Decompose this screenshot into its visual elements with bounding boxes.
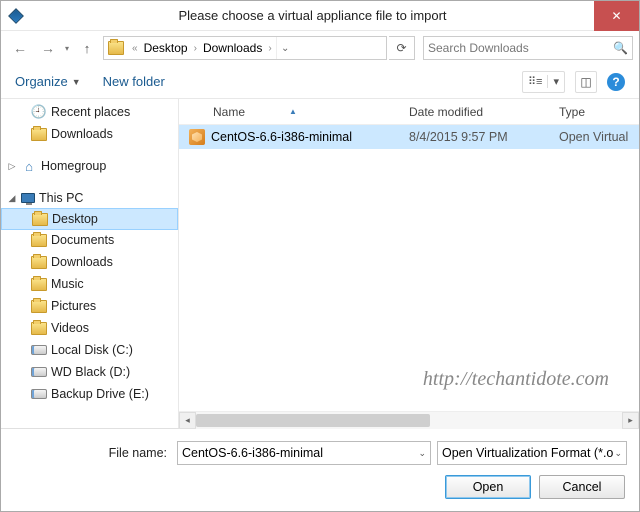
organize-menu[interactable]: Organize ▼ [15,74,81,89]
tree-documents[interactable]: Documents [1,229,178,251]
drive-icon [31,389,47,399]
folder-icon [31,234,47,247]
col-date[interactable]: Date modified [409,105,559,119]
nav-bar: ← → ▾ ↑ « Desktop › Downloads › ⌄ ⟳ Sear… [1,31,639,65]
homegroup-icon: ⌂ [21,158,37,174]
new-folder-button[interactable]: New folder [103,74,165,89]
ova-icon [189,129,205,145]
preview-pane-button[interactable]: ◫ [575,71,597,93]
footer: File name: CentOS-6.6-i386-minimal ⌄ Ope… [1,428,639,511]
folder-icon [108,41,124,55]
up-button[interactable]: ↑ [77,38,97,58]
tree-desktop[interactable]: Desktop [1,208,178,230]
help-button[interactable]: ? [607,73,625,91]
address-dropdown[interactable]: ⌄ [276,37,294,59]
back-button[interactable]: ← [7,35,33,61]
chevron-down-icon: ▾ [547,75,564,88]
drive-icon [31,367,47,377]
recent-icon: 🕘 [31,104,47,120]
search-input[interactable]: Search Downloads 🔍 [423,36,633,60]
chevron-left-icon: « [128,43,142,54]
close-button[interactable]: ✕ [594,1,639,31]
file-date: 8/4/2015 9:57 PM [409,130,559,144]
tree-downloads[interactable]: Downloads [1,251,178,273]
chevron-right-icon: › [264,43,275,54]
tree-this-pc[interactable]: ◢This PC [1,187,178,209]
view-icon: ⠿≡ [523,75,547,88]
folder-icon [31,128,47,141]
chevron-down-icon: ▼ [72,77,81,87]
folder-icon [31,322,47,335]
drive-icon [31,345,47,355]
titlebar: Please choose a virtual appliance file t… [1,1,639,31]
tree-pictures[interactable]: Pictures [1,295,178,317]
file-name: CentOS-6.6-i386-minimal [211,130,352,144]
tree-local-disk[interactable]: Local Disk (C:) [1,339,178,361]
sort-asc-icon: ▲ [289,107,297,116]
search-icon: 🔍 [613,41,628,55]
folder-icon [31,256,47,269]
file-list: Name▲ Date modified Type CentOS-6.6-i386… [179,99,639,428]
file-type: Open Virtual [559,130,639,144]
tree-wd-black[interactable]: WD Black (D:) [1,361,178,383]
search-placeholder: Search Downloads [428,41,529,55]
scroll-left-icon[interactable]: ◂ [179,412,196,429]
history-dropdown[interactable]: ▾ [63,44,71,53]
open-button[interactable]: Open [445,475,531,499]
horizontal-scrollbar[interactable]: ◂ ▸ [179,411,639,428]
scroll-thumb[interactable] [196,414,430,427]
col-type[interactable]: Type [559,105,639,119]
pc-icon [21,193,35,203]
tree-videos[interactable]: Videos [1,317,178,339]
toolbar: Organize ▼ New folder ⠿≡ ▾ ◫ ? [1,65,639,99]
tree-backup-drive[interactable]: Backup Drive (E:) [1,383,178,405]
filetype-filter[interactable]: Open Virtualization Format (*.o ⌄ [437,441,627,465]
column-headers: Name▲ Date modified Type [179,99,639,125]
scroll-right-icon[interactable]: ▸ [622,412,639,429]
address-bar[interactable]: « Desktop › Downloads › ⌄ [103,36,387,60]
folder-icon [31,300,47,313]
cancel-button[interactable]: Cancel [539,475,625,499]
app-icon [1,1,31,31]
tree-music[interactable]: Music [1,273,178,295]
forward-button[interactable]: → [35,35,61,61]
breadcrumb-downloads[interactable]: Downloads [201,41,264,55]
chevron-down-icon: ⌄ [614,448,622,459]
chevron-right-icon: › [190,43,201,54]
chevron-down-icon: ⌄ [418,448,426,459]
tree-homegroup[interactable]: ▷⌂Homegroup [1,155,178,177]
expander-icon[interactable]: ▷ [7,161,17,172]
folder-icon [32,213,48,226]
window-title: Please choose a virtual appliance file t… [31,8,594,23]
refresh-button[interactable]: ⟳ [389,36,415,60]
tree-downloads-fav[interactable]: Downloads [1,123,178,145]
file-row[interactable]: CentOS-6.6-i386-minimal 8/4/2015 9:57 PM… [179,125,639,149]
breadcrumb-desktop[interactable]: Desktop [142,41,190,55]
col-name[interactable]: Name▲ [189,105,409,119]
expander-icon[interactable]: ◢ [7,193,17,204]
filename-label: File name: [1,446,171,460]
filename-input[interactable]: CentOS-6.6-i386-minimal ⌄ [177,441,431,465]
file-dialog: Please choose a virtual appliance file t… [0,0,640,512]
nav-tree: 🕘Recent places Downloads ▷⌂Homegroup ◢Th… [1,99,179,428]
tree-recent-places[interactable]: 🕘Recent places [1,101,178,123]
view-button[interactable]: ⠿≡ ▾ [522,71,565,93]
folder-icon [31,278,47,291]
